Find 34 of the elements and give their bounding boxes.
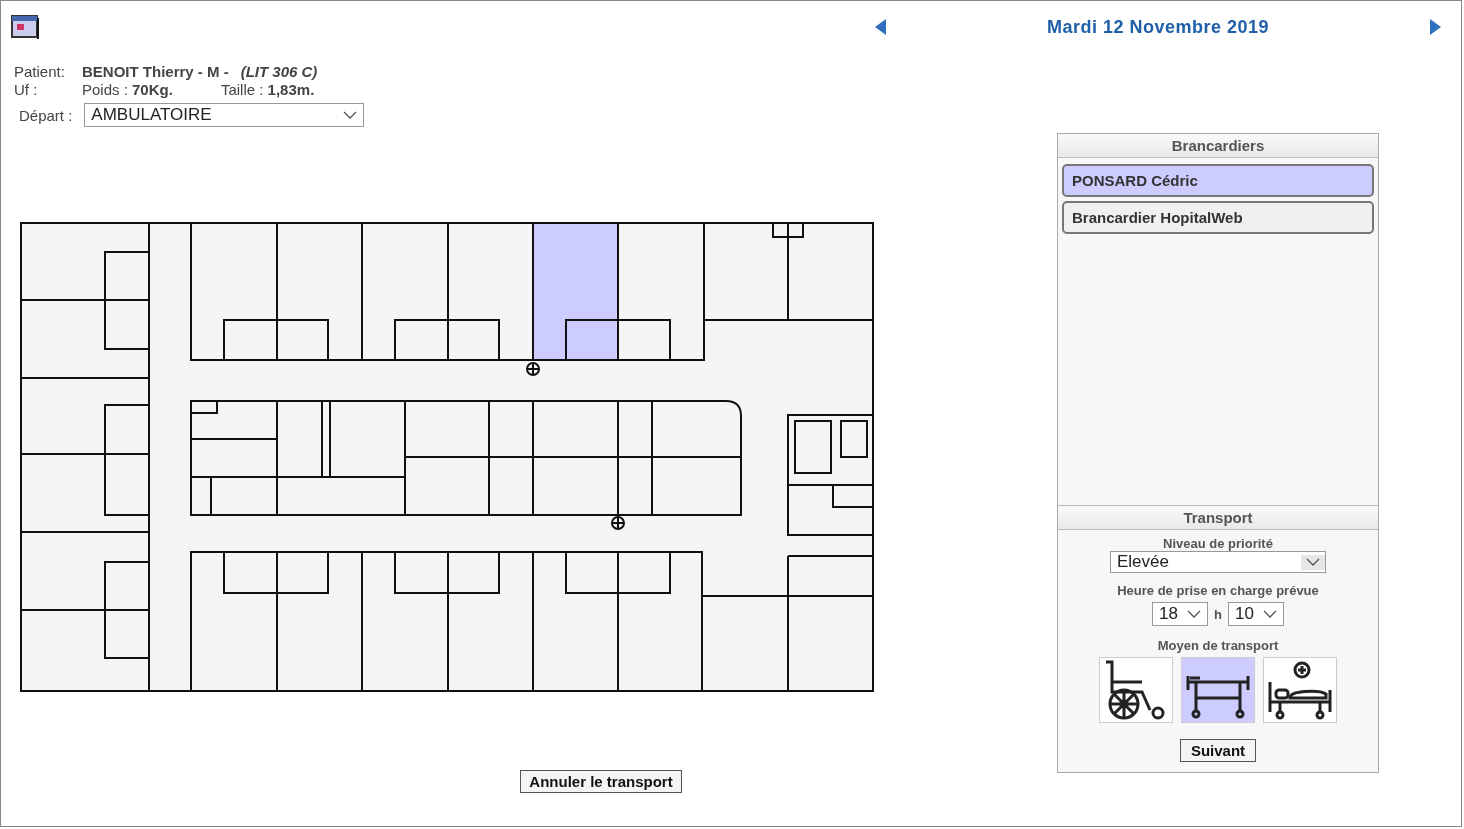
- uf-label: Uf :: [14, 81, 39, 99]
- hospital-bed-icon: [1268, 660, 1332, 720]
- departure-select[interactable]: AMBULATOIRE: [84, 103, 365, 127]
- pickup-time-label: Heure de prise en charge prévue: [1117, 583, 1319, 598]
- transport-means-label: Moyen de transport: [1157, 638, 1279, 653]
- height-label: Taille :: [220, 81, 265, 99]
- hour-separator: h: [1214, 606, 1222, 622]
- priority-select[interactable]: Elevée: [1110, 551, 1326, 573]
- bed-number: (LIT 306 C): [240, 63, 318, 81]
- priority-label: Niveau de priorité: [1163, 536, 1273, 551]
- weight-label: Poids :: [82, 81, 129, 99]
- patient-sex: - M -: [197, 63, 229, 81]
- minute-select[interactable]: 10: [1227, 602, 1284, 626]
- chevron-down-icon: [343, 110, 358, 120]
- stretcher-bearer-item[interactable]: Brancardier HopitalWeb: [1062, 201, 1374, 234]
- transport-means-option[interactable]: [1181, 657, 1255, 723]
- transport-means-option[interactable]: [1263, 657, 1337, 723]
- previous-arrow-icon[interactable]: [874, 19, 887, 35]
- stretcher-bearer-item[interactable]: PONSARD Cédric: [1062, 164, 1374, 197]
- calendar-icon[interactable]: [11, 15, 39, 39]
- weight-value: 70Kg.: [132, 81, 173, 99]
- chevron-down-icon: [1187, 609, 1201, 619]
- cancel-transport-button[interactable]: Annuler le transport: [520, 770, 682, 793]
- departure-label: Départ :: [19, 106, 73, 124]
- hour-select[interactable]: 18: [1152, 602, 1208, 626]
- transport-means-option[interactable]: [1099, 657, 1173, 723]
- height-value: 1,83m.: [267, 81, 315, 99]
- next-arrow-icon[interactable]: [1429, 19, 1441, 35]
- patient-name: BENOIT Thierry: [82, 63, 194, 81]
- next-button[interactable]: Suivant: [1179, 739, 1257, 762]
- patient-label: Patient:: [14, 63, 66, 81]
- date-title: Mardi 12 Novembre 2019: [1046, 16, 1269, 38]
- chevron-down-icon: [1262, 609, 1277, 619]
- chevron-down-icon: [1306, 557, 1320, 567]
